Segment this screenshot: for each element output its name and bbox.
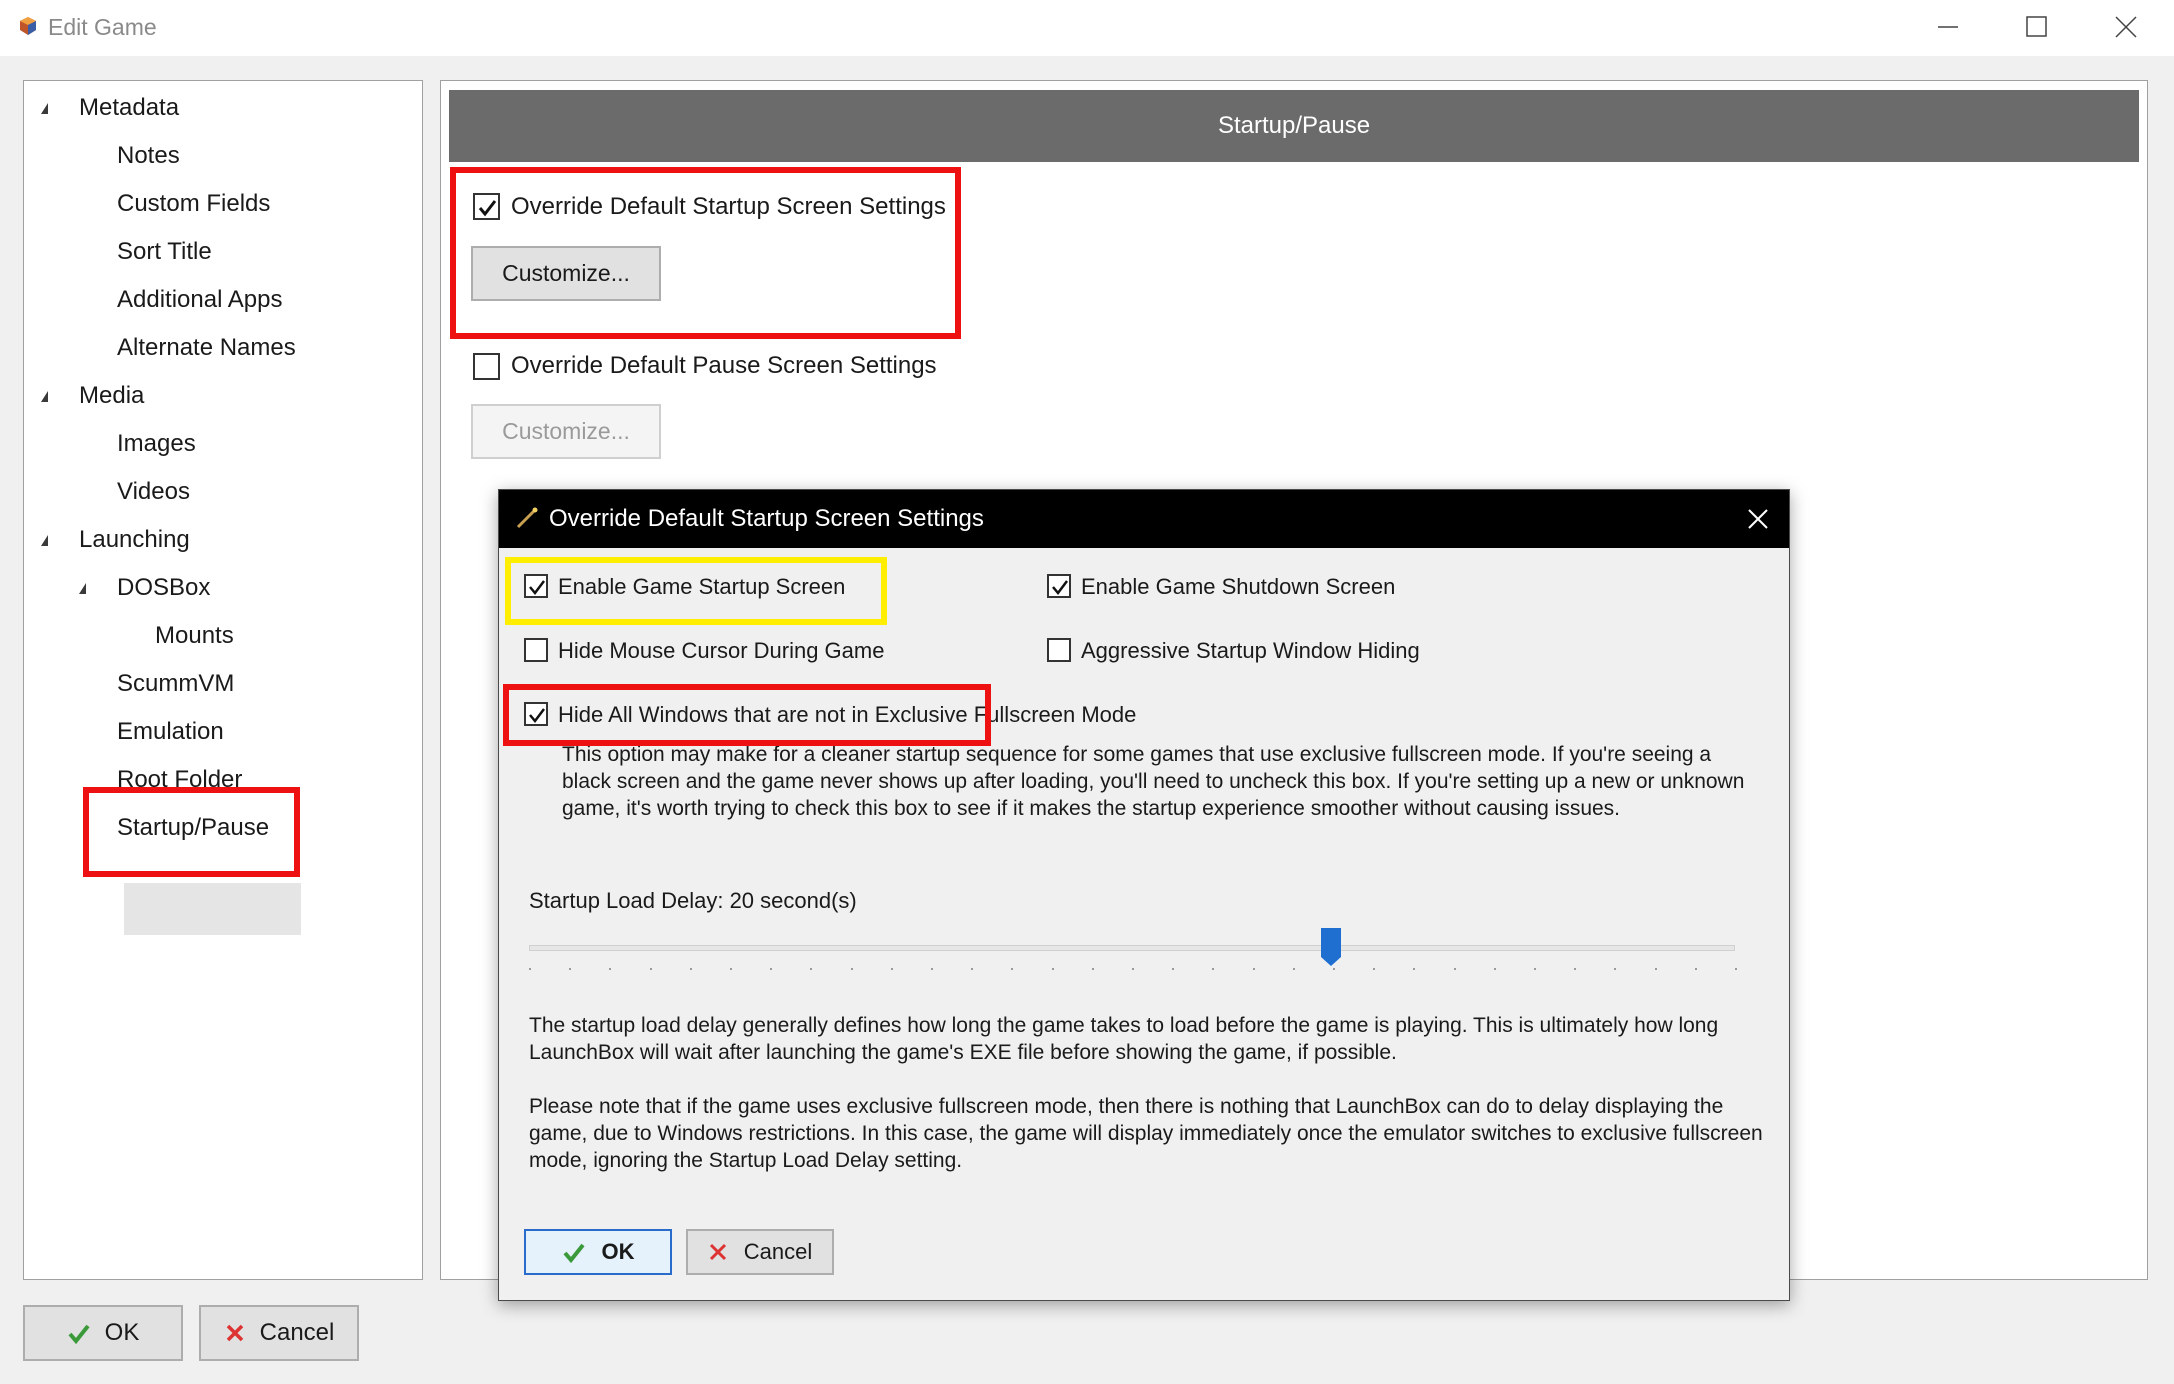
launchbox-app-icon [20, 17, 36, 35]
slider-tick [770, 968, 773, 970]
aggressive-hiding-checkbox[interactable] [1047, 638, 1071, 662]
slider-tick [1051, 968, 1054, 970]
tree-item-custom-fields[interactable]: Custom Fields [117, 190, 270, 218]
slider-tick [730, 968, 732, 970]
slider-tick [689, 968, 692, 970]
highlight-startup-pause-nav [83, 787, 300, 877]
green-check-icon [562, 1243, 585, 1263]
tree-expand-arrow-icon[interactable] [41, 535, 48, 546]
tree-item-launching[interactable]: Launching [79, 526, 190, 554]
slider-tick [931, 968, 933, 970]
enable-shutdown-checkbox[interactable] [1047, 574, 1071, 598]
window-titlebar: Edit Game [0, 0, 2174, 56]
tree-selection-highlight [124, 883, 301, 935]
override-pause-checkbox[interactable] [473, 353, 500, 380]
slider-tick [1132, 968, 1134, 970]
dialog-ok-label: OK [601, 1239, 635, 1264]
hide-cursor-label: Hide Mouse Cursor During Game [558, 638, 885, 663]
ok-button-label: OK [104, 1319, 140, 1346]
slider-tick [1091, 968, 1094, 970]
slider-tick [1694, 968, 1697, 970]
slider-tick [890, 968, 893, 970]
slider-tick [1212, 968, 1215, 970]
tree-item-sort-title[interactable]: Sort Title [117, 238, 212, 266]
slider-tick [810, 968, 813, 970]
startup-settings-dialog: Override Default Startup Screen Settings… [498, 489, 1790, 1301]
slider-tick [1373, 968, 1376, 970]
tree-item-videos[interactable]: Videos [117, 478, 190, 506]
red-x-icon [226, 1324, 243, 1342]
dialog-close-icon[interactable] [1741, 502, 1775, 536]
minimize-icon [1938, 26, 1958, 28]
green-check-icon [68, 1324, 90, 1344]
close-icon [2115, 16, 2137, 38]
cancel-button[interactable]: Cancel [199, 1305, 359, 1361]
slider-tick [569, 968, 572, 970]
dialog-cancel-label: Cancel [743, 1239, 813, 1264]
tree-item-dosbox[interactable]: DOSBox [117, 574, 210, 602]
hide-windows-description: This option may make for a cleaner start… [562, 743, 1745, 820]
tree-expand-arrow-icon[interactable] [41, 103, 48, 114]
slider-tick [1252, 968, 1255, 970]
override-pause-label: Override Default Pause Screen Settings [511, 352, 937, 379]
tree-item-alternate-names[interactable]: Alternate Names [117, 334, 296, 362]
dialog-cancel-button[interactable]: Cancel [686, 1229, 834, 1275]
red-x-icon [709, 1243, 726, 1261]
slider-tick [1011, 968, 1014, 970]
slider-tick [1574, 968, 1577, 970]
slider-tick [1534, 968, 1536, 970]
tree-item-scummvm[interactable]: ScummVM [117, 670, 234, 698]
enable-shutdown-label: Enable Game Shutdown Screen [1081, 574, 1396, 599]
maximize-button[interactable] [1990, 0, 2080, 56]
slider-tick [1453, 968, 1456, 970]
tree-item-metadata[interactable]: Metadata [79, 94, 179, 122]
slider-tick [850, 968, 853, 970]
highlight-hide-windows [503, 684, 991, 746]
slider-tick [609, 968, 612, 970]
dialog-ok-button[interactable]: OK [524, 1229, 672, 1275]
tree-expand-arrow-icon[interactable] [79, 583, 86, 594]
tree-item-mounts[interactable]: Mounts [155, 622, 234, 650]
slider-tick [1493, 968, 1496, 970]
checkmark-icon [1052, 580, 1068, 596]
ok-button[interactable]: OK [23, 1305, 183, 1361]
highlight-startup-override [450, 167, 961, 339]
tree-item-notes[interactable]: Notes [117, 142, 180, 170]
cancel-button-label: Cancel [259, 1319, 335, 1346]
slider-tick [1413, 968, 1416, 970]
window-title: Edit Game [48, 14, 157, 40]
slider-tick [1172, 968, 1175, 970]
section-header: Startup/Pause [449, 90, 2139, 162]
slider-tick [649, 968, 652, 970]
tree-item-additional-apps[interactable]: Additional Apps [117, 286, 282, 314]
tree-expand-arrow-icon[interactable] [41, 391, 48, 402]
slider-tick [1654, 968, 1657, 970]
slider-tick [971, 968, 974, 970]
delay-description-2: Please note that if the game uses exclus… [529, 1095, 1763, 1172]
minimize-button[interactable] [1900, 0, 1990, 56]
slider-tick [529, 968, 531, 970]
hide-cursor-checkbox[interactable] [524, 638, 548, 662]
maximize-icon [2026, 16, 2047, 37]
slider-tick [1333, 968, 1335, 970]
customize-pause-button[interactable]: Customize... [471, 404, 661, 459]
tree-item-emulation[interactable]: Emulation [117, 718, 224, 746]
startup-delay-slider-track[interactable] [529, 945, 1735, 951]
slider-tick [1735, 968, 1737, 970]
startup-delay-label: Startup Load Delay: 20 second(s) [529, 888, 857, 913]
slider-tick [1292, 968, 1295, 970]
tree-item-images[interactable]: Images [117, 430, 196, 458]
startup-delay-slider-thumb[interactable] [1320, 927, 1342, 967]
wand-icon [516, 507, 538, 529]
delay-description-1: The startup load delay generally defines… [529, 1014, 1719, 1064]
tree-item-media[interactable]: Media [79, 382, 144, 410]
highlight-enable-startup [505, 557, 887, 625]
aggressive-hiding-label: Aggressive Startup Window Hiding [1081, 638, 1420, 663]
dialog-title: Override Default Startup Screen Settings [549, 505, 984, 532]
close-button[interactable] [2080, 0, 2170, 56]
dialog-titlebar: Override Default Startup Screen Settings [499, 490, 1789, 548]
slider-tick [1614, 968, 1617, 970]
